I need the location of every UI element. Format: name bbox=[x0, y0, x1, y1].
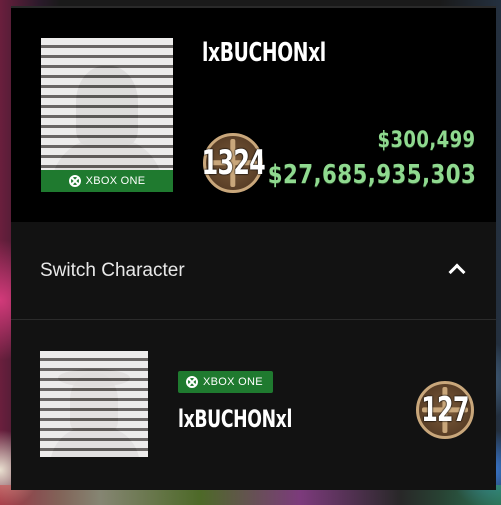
current-gamertag: lxBUCHONxl bbox=[202, 38, 326, 68]
platform-strip: XBOX ONE bbox=[41, 170, 173, 192]
switch-character-toggle[interactable]: Switch Character bbox=[11, 222, 496, 320]
current-character-card[interactable]: XBOX ONE lxBUCHONxl 1324 $300,499 $27,68… bbox=[11, 8, 496, 223]
platform-label: XBOX ONE bbox=[203, 376, 263, 388]
chevron-up-icon[interactable] bbox=[448, 263, 466, 281]
xbox-icon bbox=[68, 175, 81, 187]
platform-label: XBOX ONE bbox=[85, 175, 146, 187]
current-character-portrait: XBOX ONE bbox=[41, 38, 173, 192]
cash-balance: $300,499 bbox=[377, 128, 476, 153]
switch-character-label: Switch Character bbox=[40, 260, 185, 281]
bank-balance: $27,685,935,303 bbox=[267, 160, 476, 190]
platform-badge: XBOX ONE bbox=[178, 371, 273, 393]
character-list-item[interactable]: XBOX ONE lxBUCHONxl 127 bbox=[11, 320, 496, 490]
rank-badge: 1324 bbox=[201, 133, 265, 193]
xbox-icon bbox=[186, 376, 198, 388]
rank-number: 1324 bbox=[201, 143, 265, 183]
alt-gamertag: lxBUCHONxl bbox=[178, 405, 293, 433]
mugshot-height-bars bbox=[41, 38, 173, 192]
rank-number: 127 bbox=[421, 390, 469, 430]
screen: XBOX ONE lxBUCHONxl 1324 $300,499 $27,68… bbox=[0, 0, 501, 505]
mugshot-height-bars bbox=[40, 351, 148, 457]
character-panel: XBOX ONE lxBUCHONxl 1324 $300,499 $27,68… bbox=[11, 6, 496, 490]
rank-badge: 127 bbox=[416, 381, 474, 439]
alt-character-portrait bbox=[40, 351, 148, 457]
